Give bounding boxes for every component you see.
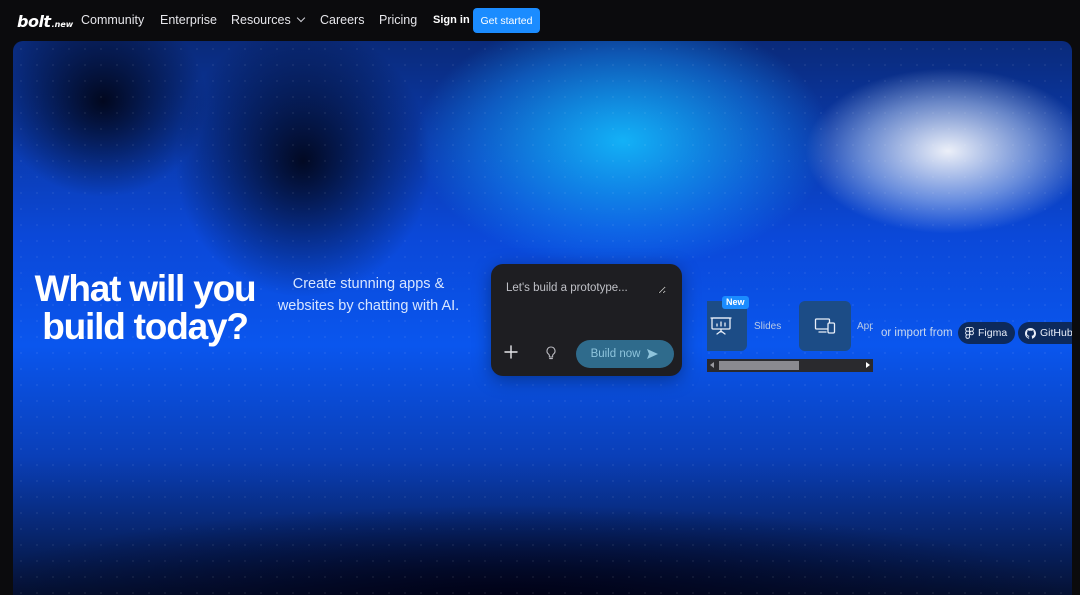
scrollbar-thumb[interactable] [719, 361, 799, 370]
prompt-box: Build now [491, 264, 682, 376]
send-arrow-icon [647, 349, 659, 359]
carousel-scrollbar[interactable] [707, 359, 873, 372]
template-label-slides: Slides [754, 321, 782, 332]
hero-headline: What will you build today? [34, 268, 257, 347]
logo-suffix: .new [51, 20, 74, 29]
hero-subline: Create stunning apps & websites by chatt… [277, 276, 460, 314]
build-now-label: Build now [590, 348, 641, 360]
hero-panel: What will you build today? Create stunni… [13, 41, 1072, 595]
template-tile-app[interactable] [799, 301, 851, 351]
import-figma-button[interactable]: Figma [958, 322, 1016, 344]
template-carousel: New Slides App [707, 296, 873, 358]
logo-wordmark: bolt [17, 12, 51, 31]
nav-link-careers[interactable]: Careers [320, 13, 364, 27]
template-label-app: App [857, 321, 873, 332]
chevron-down-icon [296, 13, 305, 23]
github-icon [1025, 327, 1036, 339]
github-label: GitHub [1040, 327, 1072, 339]
figma-icon [965, 327, 974, 339]
get-started-button[interactable]: Get started [473, 8, 540, 33]
scroll-right-arrow-icon[interactable] [866, 362, 870, 368]
top-nav: bolt .new Community Enterprise Resources… [0, 0, 1080, 41]
logo[interactable]: bolt .new [17, 12, 73, 31]
scroll-left-arrow-icon[interactable] [710, 362, 714, 368]
lightbulb-icon[interactable] [544, 345, 558, 361]
nav-link-pricing[interactable]: Pricing [379, 13, 417, 27]
import-label: or import from [881, 327, 953, 339]
nav-link-resources[interactable]: Resources [231, 13, 305, 27]
build-now-button[interactable]: Build now [576, 340, 674, 368]
presentation-icon [710, 317, 732, 335]
new-badge: New [722, 296, 749, 309]
sign-in-link[interactable]: Sign in [433, 14, 470, 26]
nav-link-resources-label: Resources [231, 13, 291, 27]
figma-label: Figma [978, 327, 1008, 339]
nav-link-community[interactable]: Community [81, 13, 144, 27]
import-github-button[interactable]: GitHub [1018, 322, 1072, 344]
nav-link-enterprise[interactable]: Enterprise [160, 13, 217, 27]
devices-icon [814, 318, 836, 334]
plus-icon[interactable] [503, 344, 519, 360]
prompt-input[interactable] [506, 282, 666, 294]
